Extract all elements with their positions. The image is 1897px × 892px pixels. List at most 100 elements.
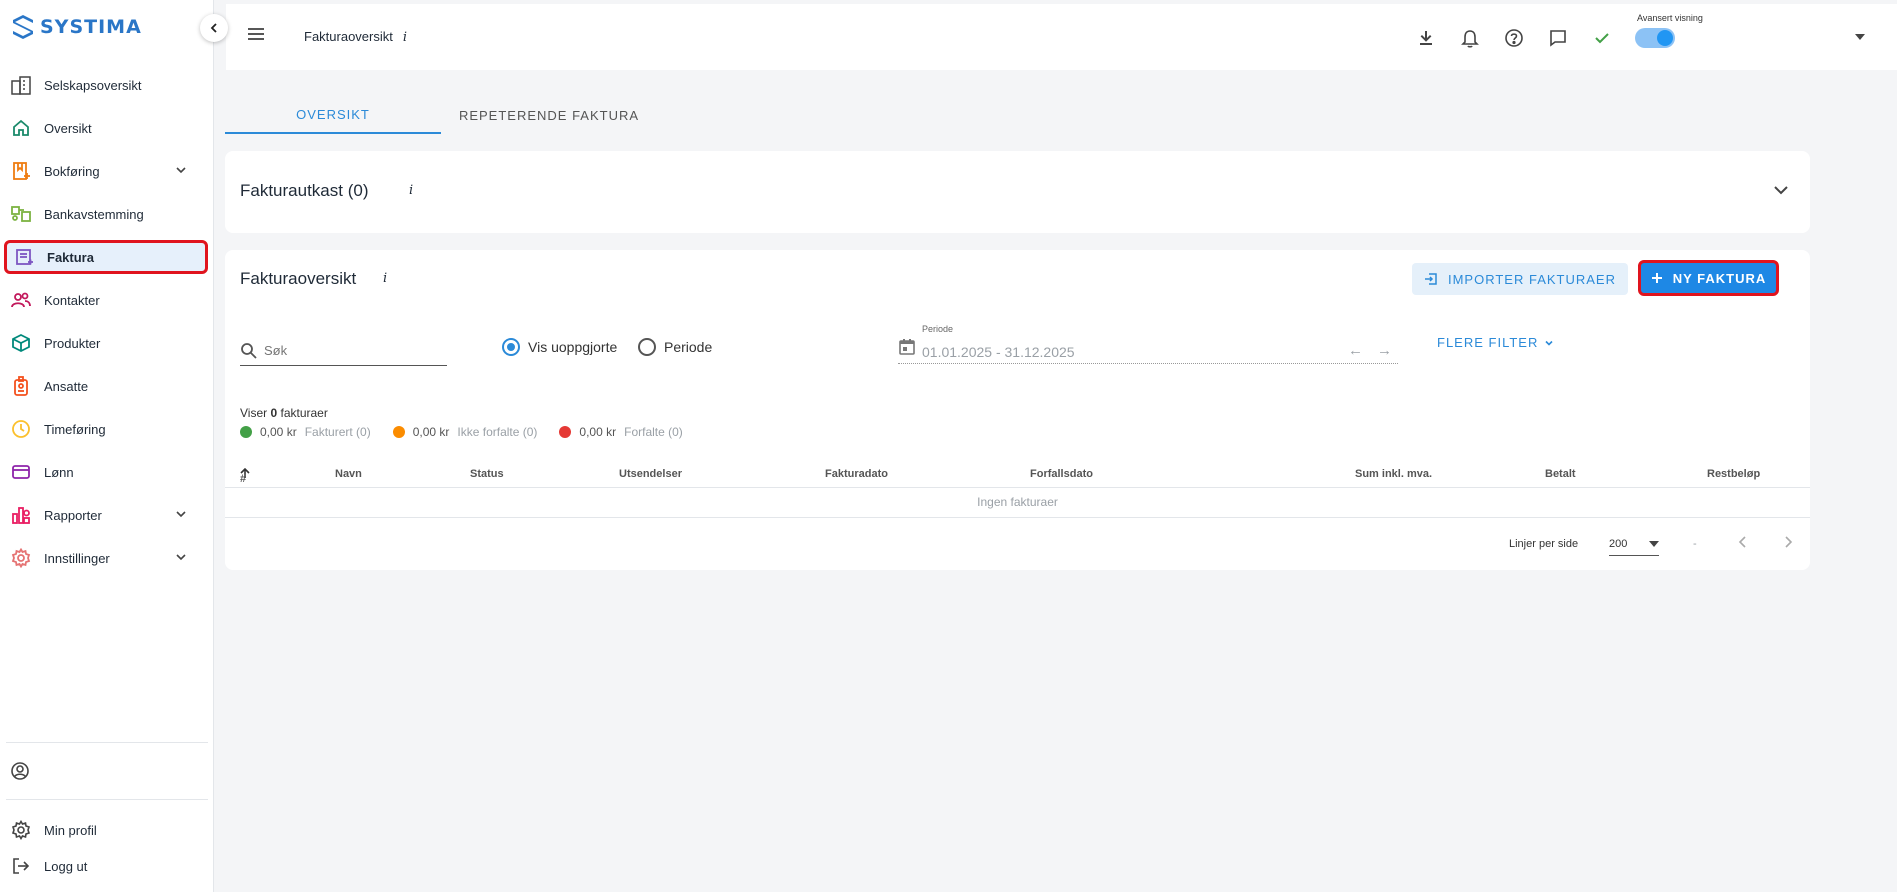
chevron-left-icon[interactable] bbox=[1735, 534, 1751, 550]
radio-label: Periode bbox=[664, 339, 713, 355]
bank-reconcile-icon bbox=[10, 203, 32, 225]
column-header-utsendelser[interactable]: Utsendelser bbox=[619, 468, 682, 480]
column-header-sum[interactable]: Sum inkl. mva. bbox=[1355, 468, 1432, 480]
sidebar-item-label: Ansatte bbox=[44, 378, 89, 394]
sidebar-item-bokforing[interactable]: Bokføring bbox=[4, 154, 208, 188]
more-filter-button[interactable]: FLERE FILTER bbox=[1437, 335, 1554, 350]
rows-per-page-value: 200 bbox=[1609, 537, 1628, 550]
box-icon bbox=[10, 332, 32, 354]
sidebar-item-innstillinger[interactable]: Innstillinger bbox=[4, 541, 208, 575]
sidebar-item-faktura[interactable]: Faktura bbox=[4, 240, 208, 274]
more-filter-label: FLERE FILTER bbox=[1437, 335, 1539, 350]
sidebar-item-oversikt[interactable]: Oversikt bbox=[4, 111, 208, 145]
chevron-down-icon[interactable] bbox=[1772, 181, 1790, 199]
period-value: 01.01.2025 - 31.12.2025 bbox=[922, 344, 1075, 360]
sidebar-item-label: Timeføring bbox=[44, 421, 106, 437]
radio-label: Vis uoppgjorte bbox=[528, 339, 618, 355]
sidebar-item-label: Rapporter bbox=[44, 507, 102, 523]
column-header-betalt[interactable]: Betalt bbox=[1545, 468, 1576, 480]
chevron-down-icon[interactable] bbox=[174, 507, 188, 521]
column-header-navn[interactable]: Navn bbox=[335, 468, 362, 480]
tab-repeterende-faktura[interactable]: REPETERENDE FAKTURA bbox=[441, 96, 657, 134]
count-prefix: Viser bbox=[240, 406, 268, 420]
import-invoices-button[interactable]: IMPORTER FAKTURAER bbox=[1412, 263, 1628, 295]
help-icon[interactable] bbox=[1502, 26, 1526, 50]
topbar: Fakturaoversikt i Avansert visning bbox=[226, 4, 1897, 70]
systima-logo[interactable]: SYSTIMA bbox=[12, 14, 142, 40]
sidebar-item-produkter[interactable]: Produkter bbox=[4, 326, 208, 360]
menu-icon[interactable] bbox=[246, 26, 266, 42]
column-header-label: # bbox=[240, 473, 247, 485]
sidebar-item-rapporter[interactable]: Rapporter bbox=[4, 498, 208, 532]
period-nav: ← → bbox=[1348, 342, 1392, 359]
plus-icon bbox=[1651, 273, 1662, 283]
min-profil-link[interactable]: Min profil bbox=[0, 812, 214, 848]
sidebar-item-kontakter[interactable]: Kontakter bbox=[4, 283, 208, 317]
download-icon[interactable] bbox=[1414, 26, 1438, 50]
chevron-right-icon[interactable] bbox=[1780, 534, 1796, 550]
info-icon[interactable]: i bbox=[403, 30, 407, 45]
sidebar-item-bankavstemming[interactable]: Bankavstemming bbox=[4, 197, 208, 231]
chevron-down-icon bbox=[1545, 340, 1553, 346]
chevron-down-icon[interactable] bbox=[174, 163, 188, 177]
gear-icon bbox=[10, 547, 32, 569]
advanced-view-toggle[interactable] bbox=[1635, 28, 1675, 48]
sidebar-item-label: Oversikt bbox=[44, 120, 92, 136]
column-header-fakturadato[interactable]: Fakturadato bbox=[825, 468, 888, 480]
table-header: # Navn Status Utsendelser Fakturadato Fo… bbox=[225, 463, 1810, 488]
sidebar-nav: Selskapsoversikt Oversikt Bokføring Bank… bbox=[0, 68, 214, 584]
status-dot-green bbox=[240, 426, 252, 438]
column-header-restbelop[interactable]: Restbeløp bbox=[1707, 468, 1760, 480]
user-row[interactable] bbox=[0, 743, 214, 799]
period-label: Periode bbox=[922, 324, 954, 334]
check-icon[interactable] bbox=[1590, 26, 1614, 50]
radio-button[interactable] bbox=[502, 338, 520, 356]
radio-button[interactable] bbox=[638, 338, 656, 356]
chevron-down-icon[interactable] bbox=[174, 550, 188, 564]
logout-link[interactable]: Logg ut bbox=[0, 848, 214, 884]
status-dot-orange bbox=[392, 426, 405, 438]
legend-label: Forfalte (0) bbox=[624, 425, 683, 439]
empty-state: Ingen fakturaer bbox=[225, 488, 1810, 518]
reports-icon bbox=[10, 504, 32, 526]
info-icon[interactable]: i bbox=[383, 271, 387, 286]
sidebar-item-timeforing[interactable]: Timeføring bbox=[4, 412, 208, 446]
chat-icon[interactable] bbox=[1546, 26, 1570, 50]
bell-icon[interactable] bbox=[1458, 26, 1482, 50]
sidebar-item-label: Kontakter bbox=[44, 292, 100, 308]
collapse-sidebar-button[interactable] bbox=[200, 14, 228, 42]
sidebar-item-ansatte[interactable]: Ansatte bbox=[4, 369, 208, 403]
rows-per-page-select[interactable]: 200 bbox=[1609, 532, 1659, 556]
column-header-forfallsdato[interactable]: Forfallsdato bbox=[1030, 468, 1093, 480]
arrow-right-icon[interactable]: → bbox=[1377, 342, 1392, 359]
contacts-icon bbox=[10, 289, 32, 311]
sidebar-item-lonn[interactable]: Lønn bbox=[4, 455, 208, 489]
sidebar-item-label: Selskapsoversikt bbox=[44, 77, 142, 93]
ledger-icon bbox=[10, 160, 32, 182]
logo-text: SYSTIMA bbox=[40, 16, 142, 38]
gear-icon bbox=[10, 820, 32, 840]
home-icon bbox=[10, 117, 32, 139]
legend-amount: 0,00 kr bbox=[260, 425, 297, 439]
pagination: Linjer per side 200 - bbox=[225, 518, 1810, 570]
radio-periode[interactable]: Periode bbox=[638, 338, 712, 356]
overview-title: Fakturaoversikt bbox=[240, 269, 357, 288]
column-header-number[interactable]: # bbox=[240, 468, 250, 485]
import-invoices-label: IMPORTER FAKTURAER bbox=[1447, 271, 1616, 287]
tab-oversikt[interactable]: OVERSIKT bbox=[225, 96, 441, 134]
info-icon[interactable]: i bbox=[409, 183, 413, 198]
page-title: Fakturaoversikt i bbox=[304, 29, 407, 45]
new-invoice-label: NY FAKTURA bbox=[1672, 270, 1767, 286]
page-title-text: Fakturaoversikt bbox=[304, 29, 393, 44]
sidebar: SYSTIMA Selskapsoversikt Oversikt Bokfør… bbox=[0, 0, 214, 892]
arrow-left-icon[interactable]: ← bbox=[1348, 342, 1363, 359]
drafts-card: Fakturautkast (0) i bbox=[225, 151, 1810, 233]
period-picker[interactable]: Periode 01.01.2025 - 31.12.2025 ← → bbox=[898, 324, 1398, 364]
search-input[interactable] bbox=[264, 343, 434, 358]
caret-down-icon[interactable] bbox=[1855, 34, 1865, 40]
search-field[interactable] bbox=[240, 336, 447, 366]
column-header-status[interactable]: Status bbox=[470, 468, 504, 480]
radio-vis-uoppgjorte[interactable]: Vis uoppgjorte bbox=[502, 338, 617, 356]
sidebar-item-selskapsoversikt[interactable]: Selskapsoversikt bbox=[4, 68, 208, 102]
new-invoice-button[interactable]: NY FAKTURA bbox=[1638, 260, 1779, 296]
